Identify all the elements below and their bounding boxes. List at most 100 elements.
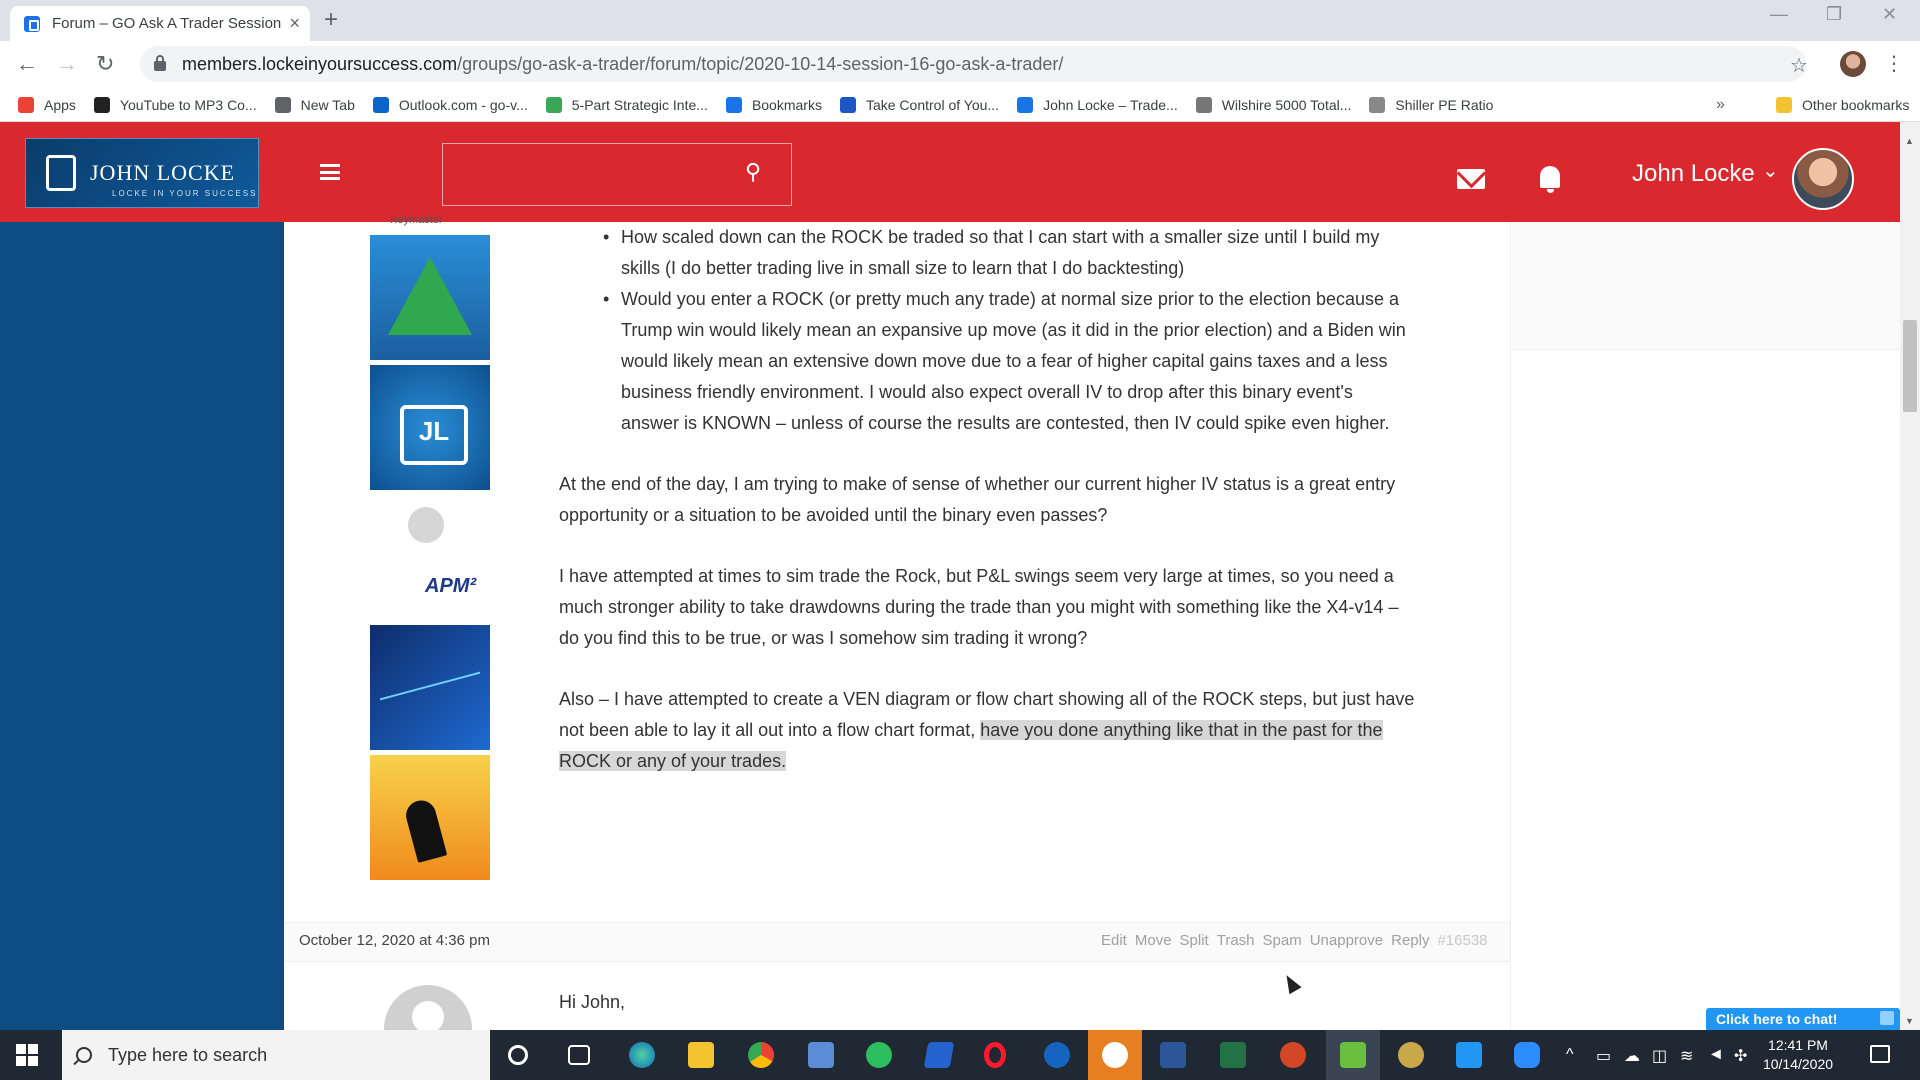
profile-avatar[interactable]: [1840, 51, 1866, 77]
windows-taskbar: Type here to search ^ ▭ ☁ ◫ ≋ ◄ ✣ 12:41 …: [0, 1030, 1920, 1080]
wifi-icon[interactable]: ≋: [1680, 1046, 1693, 1066]
other-bookmarks[interactable]: Other bookmarks: [1776, 88, 1909, 122]
lock-icon: [1017, 96, 1034, 113]
chat-button[interactable]: Click here to chat!: [1706, 1008, 1900, 1030]
move-link[interactable]: Move: [1135, 932, 1172, 949]
post-bullet-2: Would you enter a ROCK (or pretty much a…: [603, 284, 1411, 439]
more-menu-icon[interactable]: ⋮: [1884, 51, 1904, 76]
trading-platform-icon[interactable]: [1340, 1042, 1366, 1068]
reply-greeting: Hi John,: [559, 992, 626, 1012]
site-search-input[interactable]: [442, 143, 792, 206]
snipping-tool-icon[interactable]: [1398, 1042, 1424, 1068]
address-bar[interactable]: members.lockeinyoursuccess.com/groups/go…: [140, 46, 1806, 82]
forward-icon[interactable]: →: [56, 51, 78, 77]
scroll-down-icon[interactable]: ▼: [1905, 1016, 1914, 1026]
lock-icon[interactable]: [154, 55, 166, 71]
opera-icon[interactable]: [984, 1042, 1006, 1068]
cortana-icon[interactable]: [508, 1045, 528, 1065]
battery-icon[interactable]: ▭: [1596, 1046, 1611, 1066]
onedrive-cloud-icon[interactable]: ☁: [1624, 1046, 1640, 1066]
volume-icon[interactable]: ◄: [1708, 1046, 1724, 1064]
bookmark-item[interactable]: Bookmarks: [725, 96, 822, 113]
notifications-bell-icon[interactable]: [1540, 166, 1560, 193]
task-view-icon[interactable]: [568, 1045, 590, 1065]
user-menu-name[interactable]: John Locke: [1632, 160, 1755, 188]
scrollbar-thumb[interactable]: [1903, 320, 1917, 412]
chrome-icon[interactable]: [748, 1042, 774, 1068]
zoom-icon[interactable]: [1514, 1042, 1540, 1068]
back-icon[interactable]: ←: [16, 51, 38, 77]
minimize-icon[interactable]: —: [1770, 4, 1788, 25]
powerpoint-icon[interactable]: [1280, 1042, 1306, 1068]
window-close-icon[interactable]: ✕: [1882, 4, 1897, 25]
bookmark-item[interactable]: Apps: [18, 96, 76, 113]
evernote-icon[interactable]: [866, 1042, 892, 1068]
user-avatar[interactable]: [1792, 148, 1854, 210]
scroll-up-icon[interactable]: ▲: [1905, 136, 1914, 146]
apps-grid-icon: [18, 96, 34, 113]
taskbar-clock[interactable]: 12:41 PM 10/14/2020: [1748, 1036, 1848, 1074]
new-tab-icon[interactable]: +: [324, 6, 338, 34]
skype-icon[interactable]: [1456, 1042, 1482, 1068]
bookmark-label: YouTube to MP3 Co...: [119, 96, 257, 113]
edge-icon[interactable]: [629, 1042, 655, 1068]
restore-icon[interactable]: ❐: [1826, 4, 1842, 25]
reply-link[interactable]: Reply: [1391, 932, 1429, 949]
right-widget: [1512, 222, 1900, 350]
todo-check-icon[interactable]: [923, 1042, 955, 1068]
bookmark-star-icon[interactable]: ☆: [1790, 53, 1808, 78]
spam-link[interactable]: Spam: [1263, 932, 1302, 949]
more-bookmarks-icon[interactable]: »: [1716, 96, 1725, 114]
folder-icon: [1776, 97, 1792, 113]
network-icon[interactable]: ◫: [1652, 1046, 1667, 1066]
taskbar-search[interactable]: Type here to search: [62, 1030, 490, 1080]
bookmark-item[interactable]: Take Control of You...: [839, 96, 999, 113]
messages-envelope-icon[interactable]: [1457, 169, 1485, 189]
show-hidden-icons-icon[interactable]: ^: [1566, 1046, 1574, 1064]
star-icon: [725, 96, 742, 113]
excel-icon[interactable]: [1220, 1042, 1246, 1068]
unapprove-link[interactable]: Unapprove: [1310, 932, 1383, 949]
bookmark-item[interactable]: Outlook.com - go-v...: [372, 96, 528, 113]
menu-hamburger-icon[interactable]: [320, 164, 340, 180]
trading-journal-badge: [370, 625, 490, 750]
file-explorer-icon[interactable]: [688, 1042, 714, 1068]
logo-text: JOHN LOCKE: [90, 160, 236, 185]
chat-minimize-icon[interactable]: [1880, 1011, 1894, 1025]
media-player-icon[interactable]: [1044, 1042, 1070, 1068]
bookmark-label: Apps: [44, 96, 76, 113]
split-link[interactable]: Split: [1180, 932, 1209, 949]
search-icon[interactable]: ⚲: [745, 159, 761, 185]
post-paragraph-3: Also – I have attempted to create a VEN …: [559, 684, 1419, 777]
page-scrollbar[interactable]: [1900, 122, 1920, 1030]
bookmark-item[interactable]: 5-Part Strategic Inte...: [545, 96, 708, 113]
reload-icon[interactable]: ↻: [96, 51, 114, 77]
left-sidebar: [0, 222, 284, 1030]
chevron-down-icon[interactable]: ⌄: [1762, 158, 1779, 183]
lock-logo-icon: [46, 155, 76, 191]
notebook-icon[interactable]: [808, 1042, 834, 1068]
post-bullet-1: How scaled down can the ROCK be traded s…: [603, 222, 1411, 284]
bookmark-item[interactable]: YouTube to MP3 Co...: [93, 96, 257, 113]
dropbox-icon[interactable]: ✣: [1734, 1046, 1747, 1066]
site-header: JOHN LOCKE LOCKE IN YOUR SUCCESS ⚲ John …: [0, 122, 1900, 222]
bookmark-item[interactable]: Wilshire 5000 Total...: [1195, 96, 1351, 113]
site-logo[interactable]: JOHN LOCKE LOCKE IN YOUR SUCCESS: [25, 138, 259, 208]
apm-badge: [370, 495, 490, 620]
active-tab[interactable]: Forum – GO Ask A Trader Session ×: [10, 6, 310, 41]
edit-link[interactable]: Edit: [1101, 932, 1127, 949]
tab-title: Forum – GO Ask A Trader Session: [52, 15, 282, 32]
trash-link[interactable]: Trash: [1217, 932, 1255, 949]
bookmark-item[interactable]: New Tab: [274, 96, 355, 113]
bookmark-item[interactable]: John Locke – Trade...: [1017, 96, 1178, 113]
site-favicon-icon: [24, 15, 40, 32]
bookmark-item[interactable]: Shiller PE Ratio: [1369, 96, 1493, 113]
action-center-icon[interactable]: [1870, 1045, 1890, 1063]
close-tab-icon[interactable]: ×: [289, 13, 300, 34]
app-badge-icon[interactable]: [1102, 1042, 1128, 1068]
reply-date: October 12, 2020 at 4:36 pm: [299, 932, 490, 949]
word-icon[interactable]: [1160, 1042, 1186, 1068]
outlook-icon: [372, 96, 389, 113]
post-id-link[interactable]: #16538: [1437, 932, 1487, 949]
windows-start-icon[interactable]: [16, 1044, 38, 1066]
